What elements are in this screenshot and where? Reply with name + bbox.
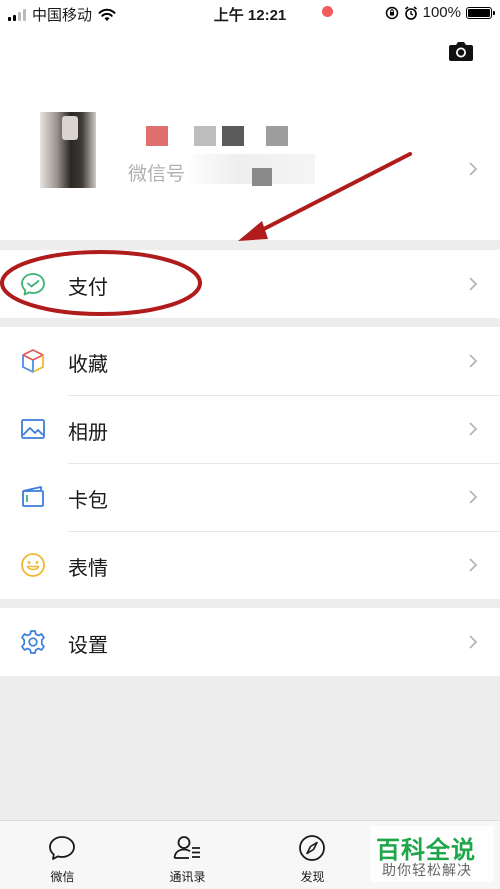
status-bar: 中国移动 上午 12:21 100%: [0, 0, 500, 26]
status-right: 100%: [385, 4, 495, 21]
chevron-right-icon: [469, 354, 478, 368]
tab-label-chats: 微信: [50, 870, 75, 884]
battery-percent: 100%: [422, 4, 461, 21]
profile-header[interactable]: 微信号: [0, 26, 500, 240]
menu-item-favorites[interactable]: 收藏: [0, 327, 500, 395]
menu-item-settings[interactable]: 设置: [0, 608, 500, 676]
discover-badge-dot: [322, 6, 333, 17]
menu-item-album[interactable]: 相册: [0, 395, 500, 463]
menu-item-cards[interactable]: 卡包: [0, 463, 500, 531]
chevron-right-icon: [469, 162, 478, 176]
camera-icon[interactable]: [448, 40, 474, 62]
image-icon: [21, 419, 45, 439]
chevron-right-icon: [469, 422, 478, 436]
menu-item-stickers[interactable]: 表情: [0, 531, 500, 599]
battery-icon: [466, 6, 495, 19]
avatar[interactable]: [40, 112, 96, 188]
chevron-right-icon: [469, 635, 478, 649]
chevron-right-icon: [469, 558, 478, 572]
nickname-redacted: [146, 126, 288, 146]
tab-label-discover: 发现: [300, 870, 325, 884]
wechat-id-block: [252, 168, 272, 186]
gear-icon: [21, 630, 45, 654]
chevron-right-icon: [469, 277, 478, 291]
tab-label-contacts: 通讯录: [169, 870, 206, 884]
smiley-icon: [21, 553, 45, 577]
wallet-check-icon: [21, 273, 45, 296]
compass-icon: [299, 835, 325, 861]
wechat-id-redacted: [185, 154, 315, 184]
settings-group: 设置: [0, 608, 500, 676]
menu-label-album: 相册: [68, 422, 108, 444]
watermark-logo: 百科全说 助你轻松解决: [370, 826, 494, 882]
pay-group: 支付: [0, 250, 500, 318]
menu-label-settings: 设置: [68, 635, 108, 657]
cube-icon: [22, 349, 44, 373]
card-icon: [22, 486, 44, 507]
menu-label-pay: 支付: [68, 277, 108, 299]
tab-contacts[interactable]: 通讯录: [125, 821, 250, 889]
chat-bubble-icon: [49, 836, 75, 860]
wechat-id-label: 微信号: [128, 164, 186, 185]
alarm-icon: [404, 5, 417, 20]
features-group: 收藏 相册 卡包 表情: [0, 327, 500, 599]
menu-label-favorites: 收藏: [68, 354, 108, 376]
menu-label-stickers: 表情: [68, 558, 108, 580]
menu-item-pay[interactable]: 支付: [0, 250, 500, 318]
menu-label-cards: 卡包: [68, 490, 108, 512]
contacts-icon: [173, 836, 200, 859]
tab-chats[interactable]: 微信: [0, 821, 125, 889]
chevron-right-icon: [469, 490, 478, 504]
rotation-lock-icon: [385, 6, 398, 19]
watermark-subtitle: 助你轻松解决: [382, 862, 472, 878]
tab-discover[interactable]: 发现: [250, 821, 375, 889]
